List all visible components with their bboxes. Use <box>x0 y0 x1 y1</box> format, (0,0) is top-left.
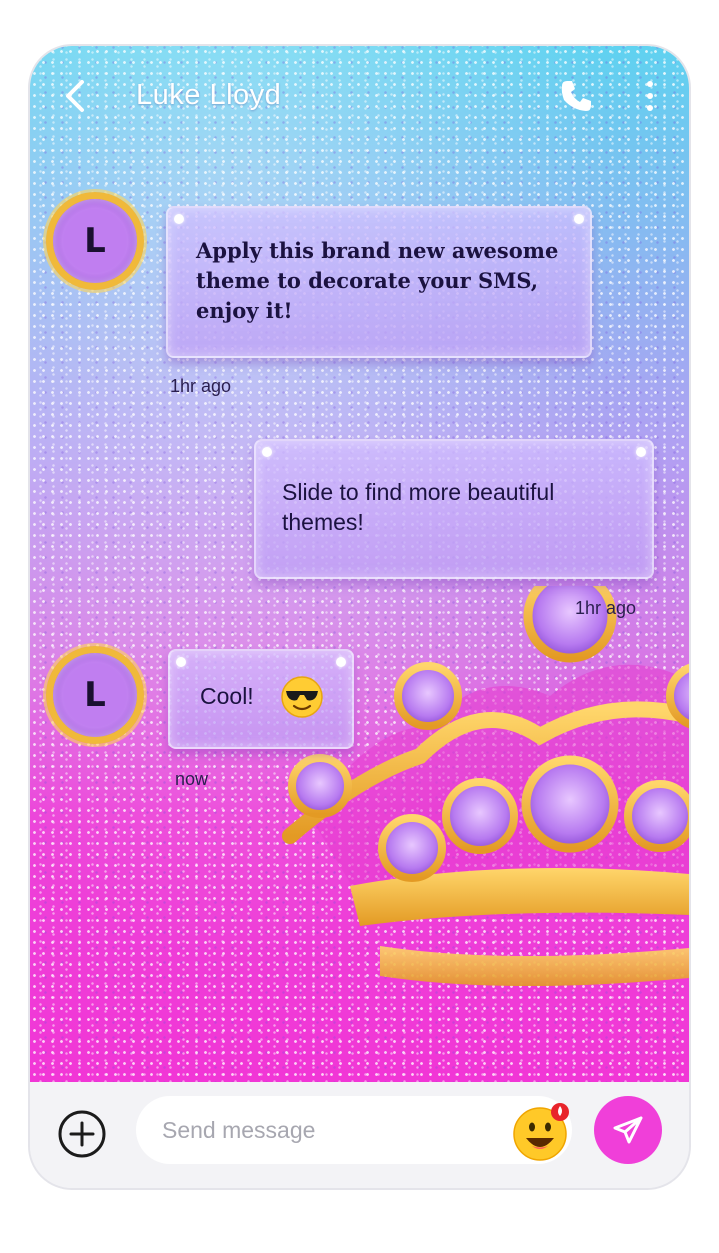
more-vertical-icon[interactable] <box>638 76 662 116</box>
message-bubble-incoming[interactable]: Cool! <box>168 649 354 749</box>
message-text: Slide to find more beautiful themes! <box>282 479 555 535</box>
chat-header: Luke Lloyd <box>30 46 689 146</box>
bubble-pin <box>262 447 272 457</box>
send-button[interactable] <box>594 1096 662 1164</box>
bubble-pin <box>176 657 186 667</box>
phone-icon[interactable] <box>556 76 596 116</box>
message-timestamp: now <box>175 769 209 789</box>
composer-bar <box>30 1082 689 1188</box>
bubble-pin <box>636 447 646 457</box>
bubble-pin <box>336 657 346 667</box>
avatar[interactable]: L <box>46 192 144 290</box>
message-bubble-outgoing[interactable]: Slide to find more beautiful themes! <box>254 439 654 579</box>
message-text: Apply this brand new awesome theme to de… <box>196 238 559 323</box>
add-attachment-icon[interactable] <box>56 1108 108 1160</box>
message-input[interactable] <box>162 1112 492 1148</box>
sunglasses-face-icon <box>281 676 323 718</box>
send-icon <box>613 1116 643 1144</box>
message-input-wrapper <box>136 1096 572 1164</box>
message-text: Cool! <box>200 683 254 709</box>
phone-frame: Luke Lloyd L Apply this brand new awesom… <box>28 44 691 1190</box>
avatar-letter: L <box>84 675 106 715</box>
emoji-icon[interactable] <box>510 1100 574 1164</box>
message-bubble-incoming[interactable]: Apply this brand new awesome theme to de… <box>166 206 592 358</box>
message-timestamp: 1hr ago <box>575 598 637 618</box>
avatar-letter: L <box>84 221 106 261</box>
message-timestamp: 1hr ago <box>170 376 232 396</box>
chat-background: Luke Lloyd L Apply this brand new awesom… <box>30 46 689 1082</box>
avatar[interactable]: L <box>46 646 144 744</box>
bubble-pin <box>174 214 184 224</box>
contact-name: Luke Lloyd <box>136 79 282 111</box>
bubble-pin <box>574 214 584 224</box>
back-arrow-icon[interactable] <box>56 76 96 116</box>
